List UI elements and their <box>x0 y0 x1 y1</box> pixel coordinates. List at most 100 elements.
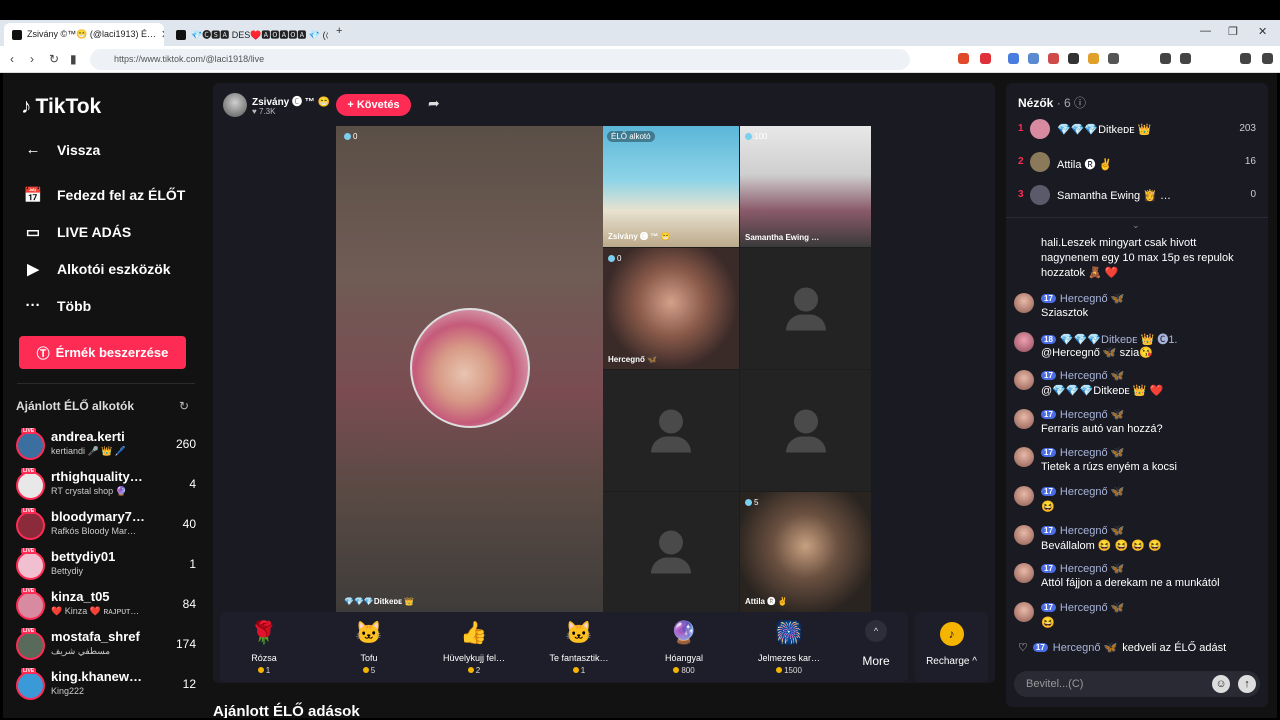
avatar <box>16 471 45 500</box>
chat-input-box: ☺ ↑ <box>1014 671 1260 697</box>
tab-close-icon[interactable]: ✕ <box>161 28 164 41</box>
gift-item[interactable]: 🌹 Rózsa 1 <box>214 618 314 675</box>
creator-item[interactable]: LIVE rthighquality… RT crystal shop 🔮 4 <box>16 468 196 505</box>
viewers-title[interactable]: Nézők · 6 ⓘ <box>1018 94 1086 111</box>
back-button[interactable]: ← Vissza <box>23 141 101 158</box>
chat-message-text: hali.Leszek mingyart csak hivott nagynen… <box>1041 237 1234 279</box>
level-badge: 17 <box>1041 371 1056 380</box>
level-badge: 17 <box>1041 294 1056 303</box>
host-avatar[interactable] <box>223 93 247 117</box>
empty-seat[interactable] <box>740 248 871 369</box>
address-bar: ‹ › ↻ ▮ https://www.tiktok.com/@laci1918… <box>0 46 1280 73</box>
creator-item[interactable]: LIVE andrea.kerti kertiandi 🎤 👑 🖊️ 260 <box>16 428 196 465</box>
get-coins-button[interactable]: Ⓣ Érmék beszerzése <box>19 336 186 369</box>
top-viewer-item[interactable]: 1 💎💎💎Ditkeᴅᴇ 👑 203 <box>1006 119 1268 141</box>
extension-icon[interactable] <box>1048 53 1059 64</box>
send-icon[interactable]: ↑ <box>1238 675 1256 693</box>
creator-item[interactable]: LIVE kinza_t05 ❤️ Kinza ❤️ ʀᴀᴊᴘᴜᴛ… 84 <box>16 588 196 625</box>
translate-icon[interactable] <box>1008 53 1019 64</box>
avatar <box>16 591 45 620</box>
extension-icon[interactable] <box>1088 53 1099 64</box>
chevron-down-icon[interactable]: ⌄ <box>1132 220 1140 231</box>
gift-bar: 🌹 Rózsa 1 🐱 Tofu 5 👍 Hüvelykujj fel… 2 🐱… <box>220 612 908 682</box>
guest-tile[interactable]: 5 Attila 🅡 ✌ <box>740 492 871 612</box>
viewer-icon <box>745 133 752 140</box>
bookmark-icon[interactable]: ▮ <box>70 52 77 66</box>
forward-arrow-icon[interactable]: › <box>30 52 34 66</box>
media-icon[interactable] <box>1160 53 1171 64</box>
chat-input[interactable] <box>1026 671 1206 697</box>
url-field[interactable]: https://www.tiktok.com/@laci1918/live <box>90 49 910 70</box>
avatar[interactable] <box>1014 525 1034 545</box>
avatar[interactable] <box>1014 293 1034 313</box>
creator-item[interactable]: LIVE mostafa_shref مسطفي شريف 174 <box>16 628 196 665</box>
avatar[interactable] <box>1014 447 1034 467</box>
new-tab-button[interactable]: + <box>336 25 342 37</box>
refresh-icon[interactable]: ↻ <box>179 399 189 413</box>
guest-tile[interactable]: ÉLŐ alkotó Zsivány 🅒 ™ 😁 <box>603 126 739 247</box>
back-arrow-icon[interactable]: ‹ <box>10 52 14 66</box>
avatar[interactable] <box>1014 486 1034 506</box>
recommended-creators-title: Ajánlott ÉLŐ alkotók <box>16 399 135 413</box>
viewer-count-badge: 0 <box>608 254 621 263</box>
sidebar-icon[interactable] <box>1180 53 1191 64</box>
minimize-button[interactable]: — <box>1200 25 1211 37</box>
recharge-button[interactable]: ♪ Recharge ^ <box>915 612 988 682</box>
share-icon[interactable]: ➦ <box>428 95 440 112</box>
heart-icon: ♡ <box>1018 642 1028 654</box>
top-viewer-item[interactable]: 2 Attila 🅡 ✌ 16 <box>1006 152 1268 174</box>
avatar[interactable] <box>1014 602 1034 622</box>
empty-seat[interactable] <box>740 370 871 491</box>
gift-item[interactable]: 👍 Hüvelykujj fel… 2 <box>424 618 524 675</box>
gift-item[interactable]: 🐱 Te fantasztik… 1 <box>529 618 629 675</box>
top-viewer-item[interactable]: 3 Samantha Ewing 👸 … 0 <box>1006 185 1268 207</box>
creator-item[interactable]: LIVE bloodymary7… Rafkós Bloody Mar… 40 <box>16 508 196 545</box>
reload-icon[interactable]: ↻ <box>49 52 59 66</box>
extension-icon[interactable] <box>980 53 991 64</box>
brave-shield-icon[interactable] <box>958 53 969 64</box>
viewer-icon <box>344 133 351 140</box>
gift-item[interactable]: 🔮 Hóangyal 800 <box>634 618 734 675</box>
extension-icon[interactable] <box>1028 53 1039 64</box>
nav-creator-tools[interactable]: ▶ Alkotói eszközök <box>23 260 170 278</box>
avatar[interactable] <box>1014 370 1034 390</box>
main-guest-video[interactable]: 0 💎💎💎Ditkeᴅᴇ 👑 <box>336 126 603 612</box>
chevron-up-icon: ^ <box>865 620 887 642</box>
empty-seat[interactable] <box>603 370 739 491</box>
follow-button[interactable]: + Követés <box>336 94 411 116</box>
puzzle-icon[interactable] <box>1108 53 1119 64</box>
vpn-icon[interactable] <box>1240 53 1251 64</box>
level-badge: 17 <box>1041 487 1056 496</box>
gift-item[interactable]: 🎆 Jelmezes kar… 1500 <box>739 618 839 675</box>
window-close-button[interactable]: ✕ <box>1258 25 1267 38</box>
browser-tab[interactable]: 💎🅒🆂🅰 DES♥️🅰🅾🅰🅾🅰 💎 (@csby0… ✕ <box>168 23 328 46</box>
nav-go-live[interactable]: ▭ LIVE ADÁS <box>23 223 131 241</box>
gift-item[interactable]: 🐱 Tofu 5 <box>319 618 419 675</box>
menu-icon[interactable] <box>1262 53 1273 64</box>
avatar <box>16 671 45 700</box>
extension-icon[interactable] <box>1068 53 1079 64</box>
nav-more[interactable]: ··· Több <box>23 297 92 314</box>
coin-icon: ♪ <box>939 622 964 646</box>
avatar[interactable] <box>1014 409 1034 429</box>
coin-icon: Ⓣ <box>36 346 50 361</box>
live-badge: LIVE <box>21 668 37 674</box>
host-name[interactable]: Zsivány 🅒 ™ 😁 <box>252 93 330 108</box>
info-icon[interactable]: ⓘ <box>1074 96 1086 110</box>
empty-seat[interactable] <box>603 492 739 612</box>
guest-tile[interactable]: 100 Samantha Ewing … <box>740 126 871 247</box>
creator-item[interactable]: LIVE king.khanew… King222 12 <box>16 668 196 705</box>
guest-tile[interactable]: 0 Hercegnő 🦋 <box>603 248 739 369</box>
emoji-icon[interactable]: ☺ <box>1212 675 1230 693</box>
creator-item[interactable]: LIVE bettydiy01 Bettydiy 1 <box>16 548 196 585</box>
tab-title: Zsivány ©™😁 (@laci1913) É… <box>27 29 157 39</box>
nav-explore-live[interactable]: 📅 Fedezd fel az ÉLŐT <box>23 186 186 204</box>
more-gifts-button[interactable]: ^ More <box>856 620 896 668</box>
tiktok-logo[interactable]: ♪ TikTok <box>21 95 101 119</box>
maximize-button[interactable]: ❐ <box>1228 25 1238 38</box>
empty-seat-icon <box>651 409 691 452</box>
avatar[interactable] <box>1014 563 1034 583</box>
browser-tab-active[interactable]: Zsivány ©™😁 (@laci1913) É… ✕ <box>4 23 164 46</box>
divider <box>1006 217 1268 218</box>
avatar[interactable] <box>1014 332 1034 352</box>
